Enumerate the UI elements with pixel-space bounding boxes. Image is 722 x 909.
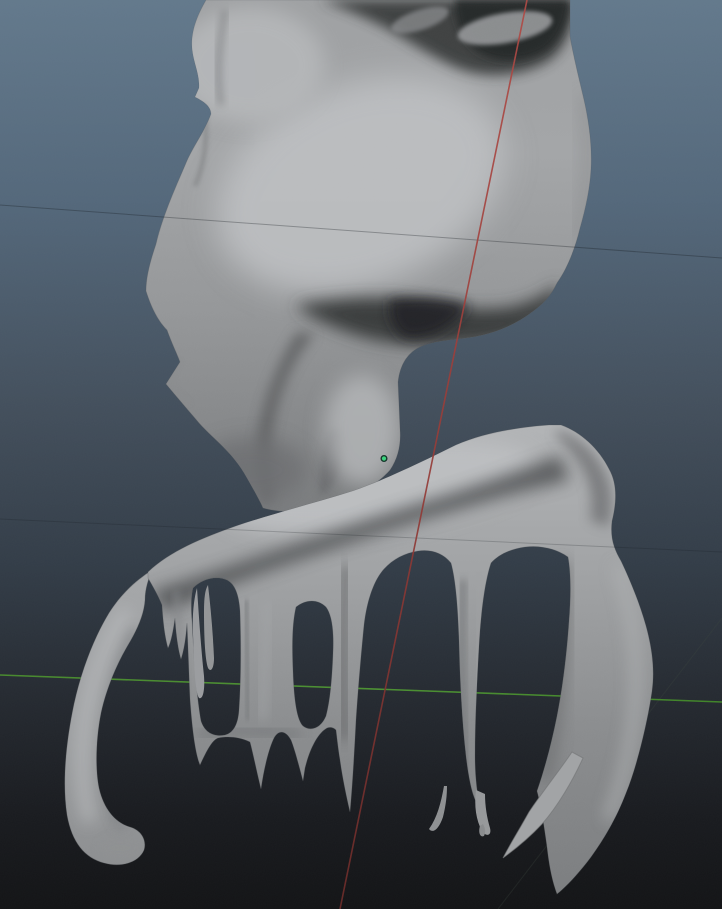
- viewport-canvas[interactable]: [0, 0, 722, 909]
- dither-noise-overlay: [0, 0, 722, 909]
- 3d-viewport[interactable]: [0, 0, 722, 909]
